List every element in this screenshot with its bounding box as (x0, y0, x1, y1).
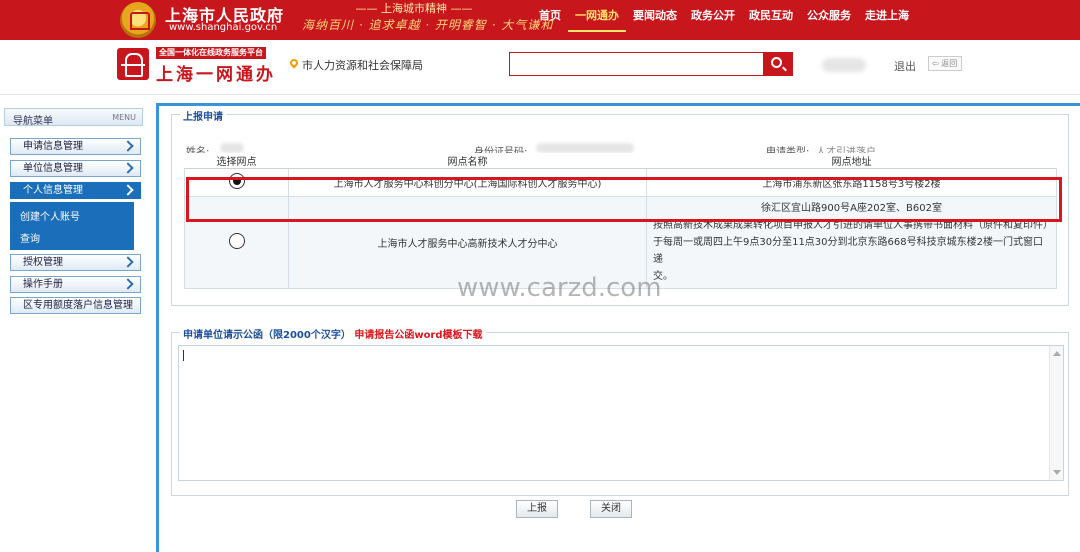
site-name-cell: 上海市人才服务中心科创分中心(上海国际科创人才服务中心) (288, 168, 647, 197)
official-letter-textarea[interactable] (178, 345, 1064, 481)
search-input[interactable] (509, 52, 763, 76)
sidebar-title-en: MENU (112, 113, 136, 122)
sidebar-header: 导航菜单 MENU (4, 108, 143, 127)
text-caret (183, 350, 184, 361)
submit-button[interactable]: 上报 (516, 500, 558, 518)
search-icon (771, 57, 782, 68)
submit-application-section: 上报申请 姓名: 身份证号码: 申请类型: 人才引进落户 选择网点 网点名称 网… (171, 108, 1069, 306)
sidebar-title: 导航菜单 (13, 116, 53, 127)
platform-tagline: 全国一体化在线政务服务平台 (156, 47, 266, 59)
chevron-right-icon (122, 278, 134, 290)
city-spirit-title: —— 上海城市精神 —— (355, 2, 473, 15)
nav-about-shanghai[interactable]: 走进上海 (858, 0, 916, 40)
name-redacted (220, 143, 244, 153)
select-cell (184, 196, 289, 289)
service-site-table: 选择网点 网点名称 网点地址 上海市人才服务中心科创分中心(上海国际科创人才服务… (184, 153, 1057, 289)
column-site-name: 网点名称 (288, 153, 647, 169)
id-number-redacted (536, 143, 634, 153)
main-panel: 上报申请 姓名: 身份证号码: 申请类型: 人才引进落户 选择网点 网点名称 网… (156, 103, 1080, 552)
portal-header: 全国一体化在线政务服务平台 上海一网通办 市人力资源和社会保障局 退出 ⇦ 返回 (0, 40, 1080, 95)
sidebar-item-authorization[interactable]: 授权管理 (10, 254, 141, 271)
back-button[interactable]: ⇦ 返回 (928, 56, 963, 71)
sidebar-item-label: 申请信息管理 (23, 141, 83, 152)
column-site-address: 网点地址 (646, 153, 1057, 169)
sidebar-item-district-quota[interactable]: 区专用额度落户信息管理 (10, 297, 141, 314)
official-letter-title: 申请单位请示公函（限2000个汉字） 申请报告公函word模板下载 (180, 326, 486, 341)
select-cell (184, 168, 289, 197)
site-radio-1[interactable] (228, 173, 245, 189)
top-navigation: 首页 一网通办 要闻动态 政务公开 政民互动 公众服务 走进上海 (532, 0, 916, 40)
chevron-right-icon (122, 162, 134, 174)
table-header-row: 选择网点 网点名称 网点地址 (184, 153, 1057, 169)
government-emblem-icon (120, 2, 156, 38)
sidebar-item-label: 操作手册 (23, 279, 63, 290)
table-row: 上海市人才服务中心科创分中心(上海国际科创人才服务中心) 上海市浦东新区张东路1… (184, 168, 1057, 197)
nav-public-service[interactable]: 公众服务 (800, 0, 858, 40)
site-address-note: 交。 (653, 271, 673, 282)
sidebar-item-personal-info[interactable]: 个人信息管理 (10, 182, 141, 199)
site-address-cell: 上海市浦东新区张东路1158号3号楼2楼 (646, 168, 1057, 197)
scroll-up-icon[interactable] (1053, 351, 1061, 356)
sidebar-item-application-info[interactable]: 申请信息管理 (10, 138, 141, 155)
department-name: 市人力资源和社会保障局 (302, 59, 423, 72)
city-spirit-text: 海纳百川 · 追求卓越 · 开明睿智 · 大气谦和 (302, 18, 554, 32)
close-button[interactable]: 关闭 (590, 500, 632, 518)
sidebar-item-label: 区专用额度落户信息管理 (23, 300, 133, 311)
scroll-down-icon[interactable] (1053, 470, 1061, 475)
logout-link[interactable]: 退出 (894, 58, 916, 74)
sidebar-item-label: 个人信息管理 (23, 185, 83, 196)
site-address-note: 于每周一或周四上午9点30分至11点30分到北京东路668号科技京城东楼2楼一门… (653, 237, 1043, 265)
nav-news[interactable]: 要闻动态 (626, 0, 684, 40)
site-radio-2[interactable] (228, 233, 245, 249)
sidebar-item-manual[interactable]: 操作手册 (10, 276, 141, 293)
site-address-line: 徐汇区宜山路900号A座202室、B602室 (761, 203, 942, 214)
sidebar: 导航菜单 MENU 申请信息管理 单位信息管理 个人信息管理 创建个人账号 查询… (2, 104, 145, 552)
nav-one-netcom[interactable]: 一网通办 (568, 0, 626, 32)
one-netcom-logo-icon (117, 48, 149, 80)
nav-gov-affairs[interactable]: 政务公开 (684, 0, 742, 40)
column-select-site: 选择网点 (184, 153, 289, 169)
submenu-query[interactable]: 查询 (20, 230, 40, 245)
user-name-redacted (822, 58, 866, 72)
sidebar-item-unit-info[interactable]: 单位信息管理 (10, 160, 141, 177)
platform-brand: 上海一网通办 (156, 65, 276, 85)
top-banner: 上海市人民政府 www.shanghai.gov.cn —— 上海城市精神 ——… (0, 0, 1080, 40)
chevron-right-icon (122, 184, 134, 196)
official-letter-label: 申请单位请示公函（限2000个汉字） (183, 330, 351, 341)
location-pin-icon (288, 57, 300, 69)
sidebar-item-label: 授权管理 (23, 257, 63, 268)
government-url: www.shanghai.gov.cn (169, 22, 278, 33)
site-address-note: 按照高新技术成果成果转化项目申报人才引进的请单位人事携带书面材料（原件和复印件） (653, 220, 1053, 231)
sidebar-item-label: 单位信息管理 (23, 163, 83, 174)
personal-info-submenu: 创建个人账号 查询 (10, 202, 134, 250)
official-letter-section: 申请单位请示公函（限2000个汉字） 申请报告公函word模板下载 (171, 326, 1069, 496)
submenu-create-account[interactable]: 创建个人账号 (20, 208, 80, 223)
nav-interaction[interactable]: 政民互动 (742, 0, 800, 40)
watermark: www.carzd.com (457, 273, 662, 303)
site-address-cell: 徐汇区宜山路900号A座202室、B602室 按照高新技术成果成果转化项目申报人… (646, 196, 1057, 289)
section-title: 上报申请 (180, 108, 226, 123)
chevron-right-icon (122, 140, 134, 152)
search-button[interactable] (763, 52, 793, 76)
nav-home[interactable]: 首页 (532, 0, 568, 40)
template-download-link[interactable]: 申请报告公函word模板下载 (354, 330, 482, 341)
chevron-right-icon (122, 256, 134, 268)
textarea-scrollbar[interactable] (1049, 346, 1063, 480)
